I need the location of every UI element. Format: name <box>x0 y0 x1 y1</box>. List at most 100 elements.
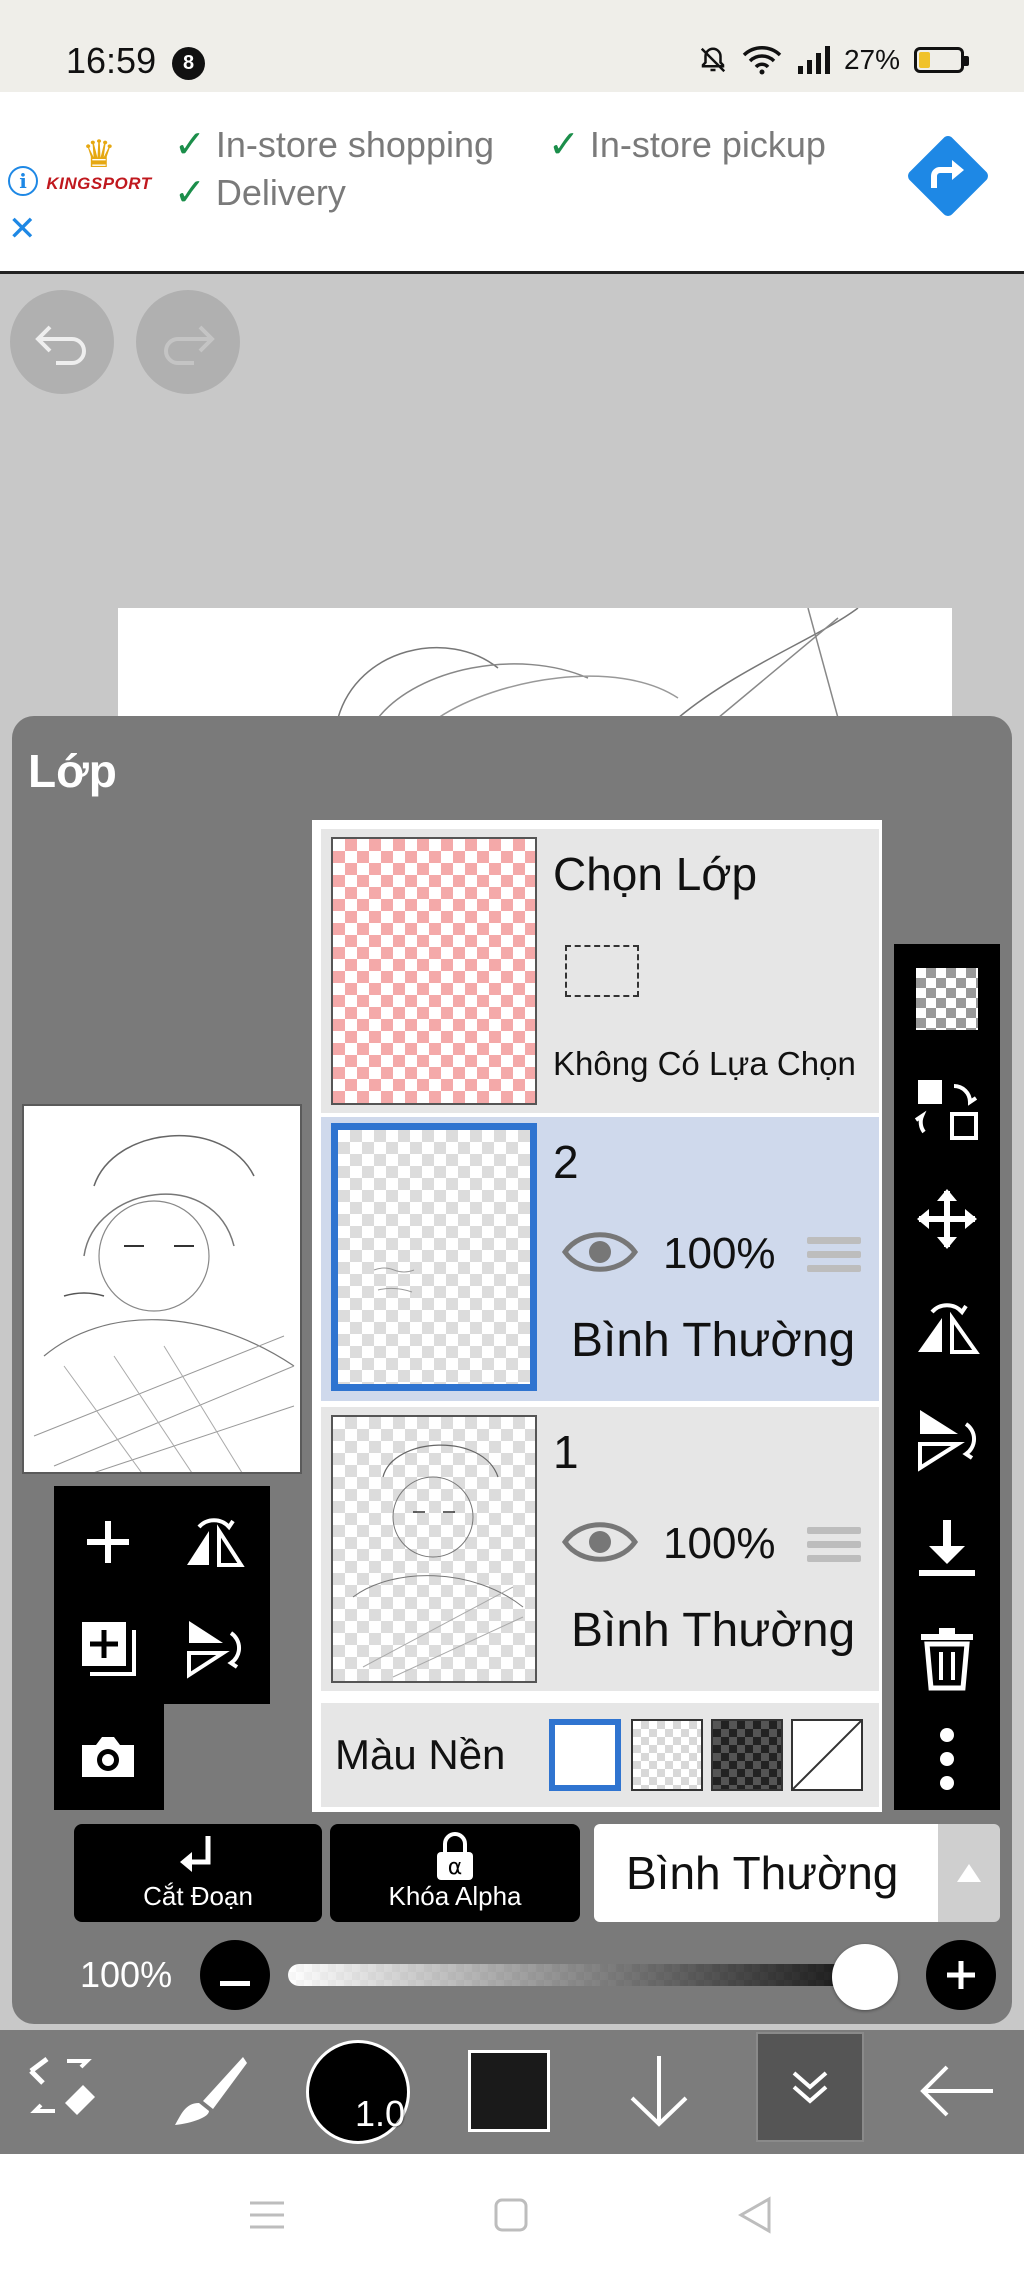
alpha-lock-button[interactable]: α Khóa Alpha <box>330 1824 580 1922</box>
check-icon: ✓ <box>174 124 206 166</box>
ad-feature-text: In-store shopping <box>215 123 495 165</box>
flip-layer-vertical-icon[interactable] <box>176 1610 252 1686</box>
color-swatch-button[interactable] <box>468 2050 550 2132</box>
home-icon[interactable] <box>486 2190 536 2240</box>
dropdown-arrow-button[interactable] <box>938 1824 1000 1922</box>
add-layer-copy-icon[interactable] <box>70 1610 146 1686</box>
redo-icon <box>164 325 215 365</box>
swap-layer-icon[interactable] <box>912 1074 982 1144</box>
status-bar: 16:59 8 27% <box>0 0 1024 92</box>
panel-title: Lớp <box>28 745 117 797</box>
notification-badge: 8 <box>172 47 205 80</box>
eye-icon[interactable] <box>561 1227 639 1277</box>
layers-panel-toggle[interactable] <box>756 2032 864 2142</box>
opacity-label: 100% <box>80 1954 173 1995</box>
transform-eraser-icon[interactable] <box>18 2046 108 2136</box>
system-nav-bar <box>0 2154 1024 2276</box>
background-dark-checker-swatch[interactable] <box>711 1719 783 1791</box>
status-time: 16:59 <box>66 40 157 81</box>
layer-name: 2 <box>553 1136 579 1188</box>
move-icon[interactable] <box>912 1184 982 1254</box>
layer-2-thumbnail <box>331 1123 537 1391</box>
mute-icon <box>700 47 726 73</box>
ad-banner[interactable]: i ✕ ♛ KINGSPORT ✓ In-store shopping ✓ In-s… <box>0 92 1024 274</box>
crown-icon: ♛ <box>81 134 117 176</box>
flip-layer-horizontal-icon[interactable] <box>176 1504 252 1580</box>
lock-icon: α <box>330 1832 580 1882</box>
checkerboard-icon[interactable] <box>912 964 982 1034</box>
layer-opacity: 100% <box>663 1519 776 1568</box>
wifi-icon <box>742 46 782 75</box>
canvas-preview[interactable] <box>22 1104 302 1474</box>
blend-mode-select[interactable]: Bình Thường <box>594 1824 940 1922</box>
layer-actions-toolbar <box>54 1486 270 1704</box>
background-transparent-swatch[interactable] <box>631 1719 703 1791</box>
drawing-canvas[interactable] <box>118 608 952 718</box>
layer-1-sketch <box>352 1444 524 1678</box>
flip-horizontal-icon[interactable] <box>912 1294 982 1364</box>
background-color-label: Màu Nền <box>335 1731 506 1778</box>
svg-text:α: α <box>448 1855 463 1880</box>
ad-feature-text: In-store pickup <box>589 123 826 165</box>
merge-down-icon[interactable] <box>912 1514 982 1584</box>
check-icon: ✓ <box>548 124 580 166</box>
selection-layer-title: Chọn Lớp <box>553 848 758 900</box>
ad-close-icon[interactable]: ✕ <box>8 212 37 246</box>
layer-tool-column <box>894 944 1000 1810</box>
ad-feature-text: Delivery <box>215 171 346 213</box>
layer-row-1[interactable]: 1 100% Bình Thường <box>321 1407 879 1691</box>
ad-info-icon[interactable]: i <box>8 166 38 196</box>
layer-name: 1 <box>553 1426 579 1478</box>
layer-row-2[interactable]: 2 100% Bình Thường <box>321 1117 879 1401</box>
flip-vertical-icon[interactable] <box>912 1404 982 1474</box>
undo-icon <box>35 325 86 365</box>
undo-button[interactable] <box>10 290 114 394</box>
camera-icon[interactable] <box>70 1718 146 1794</box>
add-layer-icon[interactable] <box>70 1504 146 1580</box>
selection-layer-thumbnail <box>331 837 537 1105</box>
preview-sketch <box>33 1135 295 1472</box>
ad-feature: ✓ In-store shopping <box>174 122 494 167</box>
background-white-swatch[interactable] <box>549 1719 621 1791</box>
opacity-slider-knob[interactable] <box>832 1944 898 2010</box>
background-none-swatch[interactable] <box>791 1719 863 1791</box>
brush-icon[interactable] <box>164 2046 254 2136</box>
status-right-group: 27% <box>698 44 969 76</box>
ad-brand-logo[interactable]: ♛ KINGSPORT <box>44 136 154 194</box>
layer-blend-mode: Bình Thường <box>571 1604 856 1657</box>
alpha-lock-label: Khóa Alpha <box>388 1881 522 1911</box>
sketch-lines <box>337 608 859 718</box>
back-arrow-icon[interactable] <box>912 2046 1002 2136</box>
opacity-decrease-button[interactable] <box>200 1940 270 2010</box>
diagonal-slash-icon <box>792 1720 862 1790</box>
ad-brand-name: KINGSPORT <box>46 174 152 193</box>
drag-handle-icon[interactable] <box>807 1237 861 1277</box>
trash-icon[interactable] <box>912 1624 982 1694</box>
drag-handle-icon[interactable] <box>807 1527 861 1567</box>
plus-icon <box>947 1961 975 1989</box>
minus-icon <box>220 1981 250 1986</box>
recents-icon[interactable] <box>242 2190 292 2240</box>
battery-percent: 27% <box>843 44 900 75</box>
ad-feature: ✓ Delivery <box>174 170 346 215</box>
check-icon: ✓ <box>174 172 206 214</box>
battery-fill <box>919 52 930 68</box>
selection-layer-row[interactable]: Chọn Lớp Không Có Lựa Chọn <box>321 829 879 1113</box>
camera-toolbar <box>54 1702 164 1810</box>
selection-marquee-icon <box>565 945 639 997</box>
brush-size-button[interactable]: 1.0 <box>306 2040 410 2144</box>
redo-button[interactable] <box>136 290 240 394</box>
opacity-increase-button[interactable] <box>926 1940 996 2010</box>
opacity-slider-track[interactable] <box>288 1964 888 1986</box>
arrow-down-icon[interactable] <box>614 2046 704 2136</box>
eye-icon[interactable] <box>561 1517 639 1567</box>
layer-blend-mode: Bình Thường <box>571 1314 856 1367</box>
layer-1-thumbnail <box>331 1415 537 1683</box>
back-icon[interactable] <box>730 2190 780 2240</box>
more-vertical-icon[interactable] <box>912 1724 982 1794</box>
layer-opacity: 100% <box>663 1229 776 1278</box>
clip-arrow-icon <box>74 1832 322 1882</box>
double-chevron-down-icon <box>792 2071 828 2104</box>
clipping-button[interactable]: Cắt Đoạn <box>74 1824 322 1922</box>
directions-icon[interactable] <box>904 132 992 220</box>
